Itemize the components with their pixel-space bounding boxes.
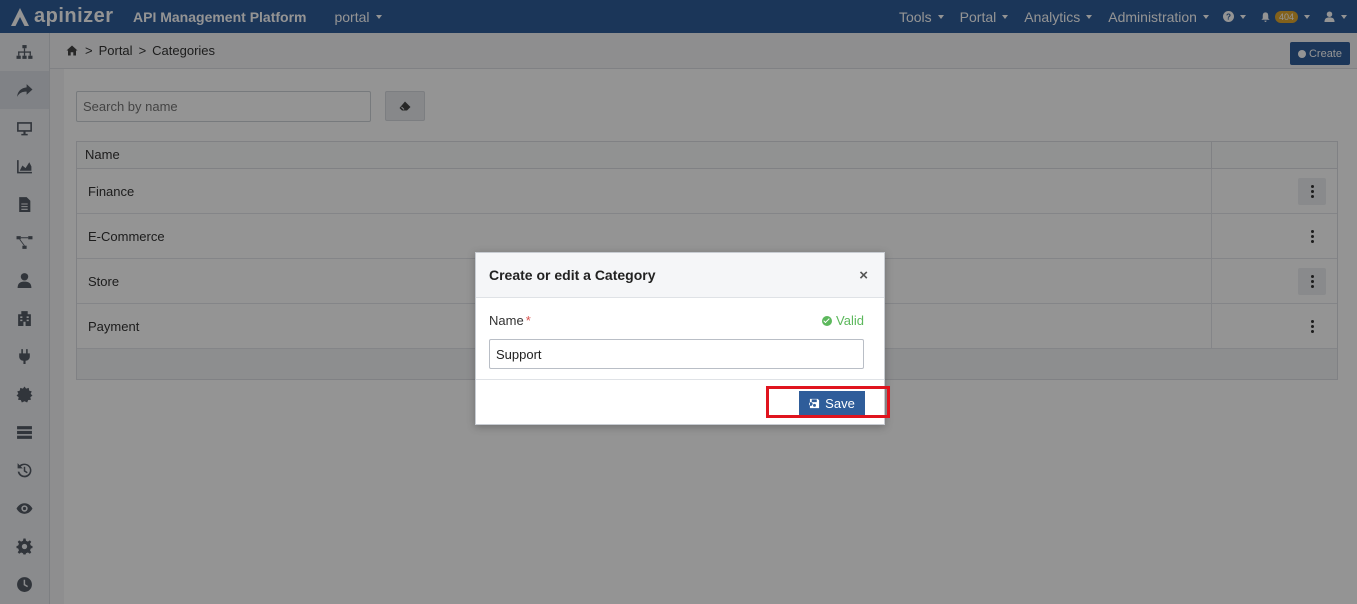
required-marker: * (525, 313, 531, 328)
save-highlight-box (766, 386, 890, 418)
name-field-label: Name (489, 313, 524, 328)
category-name-input[interactable] (489, 339, 864, 369)
modal-body: Name * Valid (476, 298, 884, 380)
validation-status: Valid (822, 313, 864, 328)
validation-text: Valid (836, 313, 864, 328)
close-icon[interactable]: × (859, 267, 868, 284)
modal-title: Create or edit a Category (489, 267, 656, 283)
modal-header: Create or edit a Category × (476, 253, 884, 298)
check-circle-icon (822, 315, 833, 326)
